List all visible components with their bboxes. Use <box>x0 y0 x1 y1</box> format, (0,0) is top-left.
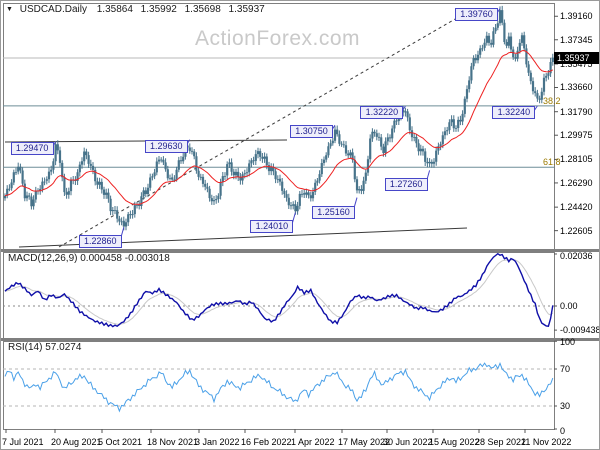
price-annotation-label[interactable]: 1.27260 <box>384 178 428 192</box>
date-axis-label: 1 Apr 2022 <box>291 437 335 447</box>
macd-axis-label: -0.009438 <box>560 325 600 335</box>
price-annotation-label[interactable]: 1.22860 <box>78 235 122 249</box>
price-axis-label: 1.31790 <box>560 106 593 117</box>
rsi-axis-label: 100 <box>560 337 576 347</box>
rsi-axis-label: 0 <box>560 426 566 436</box>
date-axis-label: 7 Jul 2021 <box>2 437 44 447</box>
rsi-panel[interactable] <box>3 361 554 413</box>
current-price-tag: 1.35937 <box>554 52 599 64</box>
rsi-line <box>4 361 554 413</box>
panel-border <box>3 341 555 430</box>
price-annotation-label[interactable]: 1.24010 <box>250 220 294 234</box>
date-axis-label: 30 Jun 2022 <box>383 437 433 447</box>
macd-indicator-label: MACD(12,26,9) 0.000458 -0.003018 <box>8 253 170 264</box>
macd-axis-label: 0.02036 <box>560 251 593 261</box>
symbol-dropdown-icon[interactable]: ▼ <box>6 6 13 13</box>
rsi-axis-label: 70 <box>560 364 571 374</box>
close-value: 1.35937 <box>228 4 265 15</box>
date-axis-label: 28 Sep 2022 <box>475 437 527 447</box>
price-axis-label: 1.39160 <box>560 11 593 22</box>
price-axis-label: 1.24420 <box>560 202 593 213</box>
high-value: 1.35992 <box>140 4 177 15</box>
macd-panel[interactable] <box>3 252 554 328</box>
chart-canvas[interactable] <box>1 1 600 450</box>
price-axis-label: 1.33660 <box>560 82 593 93</box>
price-axis-label: 1.26290 <box>560 177 593 188</box>
price-axis-label: 1.29975 <box>560 130 593 141</box>
date-axis-label: 18 Nov 2021 <box>147 437 199 447</box>
panel-border <box>3 3 555 250</box>
fibonacci-level-label: 61.8 <box>543 157 561 168</box>
price-annotation-label[interactable]: 1.29470 <box>10 141 54 155</box>
price-annotation-label[interactable]: 1.32220 <box>360 106 404 120</box>
chart-titlebar: ▼ USDCAD.Daily 1.35864 1.35992 1.35698 1… <box>6 4 270 15</box>
price-annotation-label[interactable]: 1.29630 <box>144 139 188 153</box>
date-axis-label: 11 Nov 2022 <box>521 437 572 447</box>
price-axis-label: 1.22605 <box>560 225 593 236</box>
open-value: 1.35864 <box>96 4 133 15</box>
date-axis-label: 15 Aug 2022 <box>429 437 480 447</box>
low-value: 1.35698 <box>184 4 221 15</box>
rsi-indicator-label: RSI(14) 57.0274 <box>8 342 82 353</box>
rsi-axis-label: 30 <box>560 401 571 411</box>
forex-chart-window: ActionForex.com ▼ USDCAD.Daily 1.35864 1… <box>0 0 600 450</box>
price-annotation-label[interactable]: 1.30750 <box>290 125 333 139</box>
date-axis-label: 20 Aug 2021 <box>51 437 102 447</box>
price-panel[interactable] <box>3 5 554 248</box>
price-axis-label: 1.37345 <box>560 34 593 45</box>
macd-axis-label: 0.00 <box>560 301 578 311</box>
date-axis-label: 3 Jan 2022 <box>195 437 240 447</box>
fibonacci-level-label: 38.2 <box>543 95 561 106</box>
price-annotation-label[interactable]: 1.25160 <box>312 205 355 219</box>
price-axis-label: 1.28105 <box>560 154 593 165</box>
symbol-label: USDCAD.Daily <box>19 4 87 15</box>
panel-border <box>3 252 555 339</box>
dashed-trendline[interactable] <box>58 13 465 248</box>
date-axis-label: 16 Feb 2022 <box>241 437 292 447</box>
price-annotation-label[interactable]: 1.32240 <box>492 105 536 119</box>
price-annotation-label[interactable]: 1.39760 <box>455 8 498 22</box>
date-axis-label: 5 Oct 2021 <box>98 437 143 447</box>
